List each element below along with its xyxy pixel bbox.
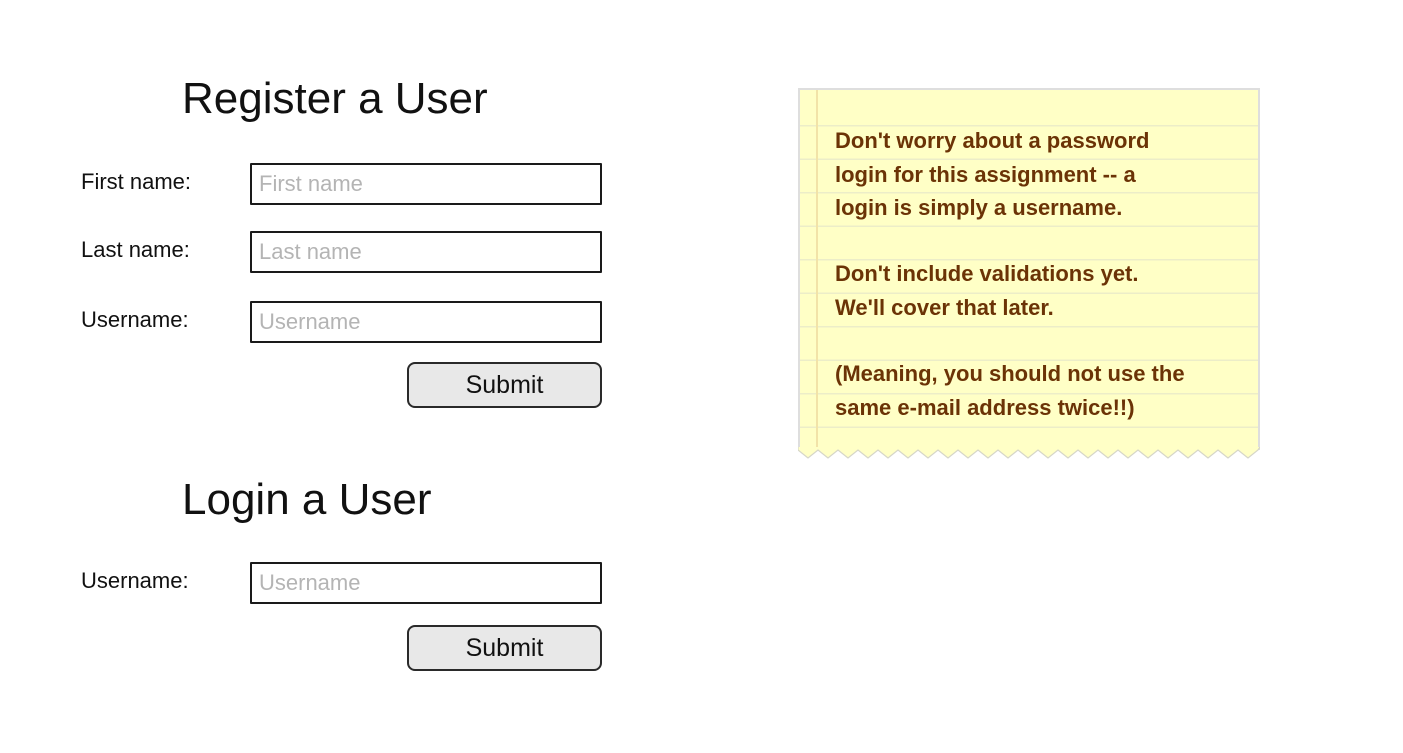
login-username-input[interactable] <box>250 562 602 604</box>
note-paragraph-password: Don't worry about a password login for t… <box>835 128 1150 220</box>
note-paragraph-validations: Don't include validations yet. We'll cov… <box>835 261 1139 320</box>
login-submit-button[interactable]: Submit <box>407 625 602 671</box>
register-title: Register a User <box>182 74 488 123</box>
last-name-label: Last name: <box>81 237 190 262</box>
last-name-input[interactable] <box>250 231 602 273</box>
login-username-label: Username: <box>81 568 189 593</box>
register-username-input[interactable] <box>250 301 602 343</box>
login-title: Login a User <box>182 475 432 524</box>
sticky-note-torn-edge <box>798 447 1260 459</box>
first-name-input[interactable] <box>250 163 602 205</box>
register-submit-button[interactable]: Submit <box>407 362 602 408</box>
first-name-label: First name: <box>81 169 192 194</box>
register-username-label: Username: <box>81 307 189 332</box>
page: Register a User First name: Last name: U… <box>0 0 1403 753</box>
note-paragraph-meaning: (Meaning, you should not use the same e-… <box>835 361 1185 420</box>
